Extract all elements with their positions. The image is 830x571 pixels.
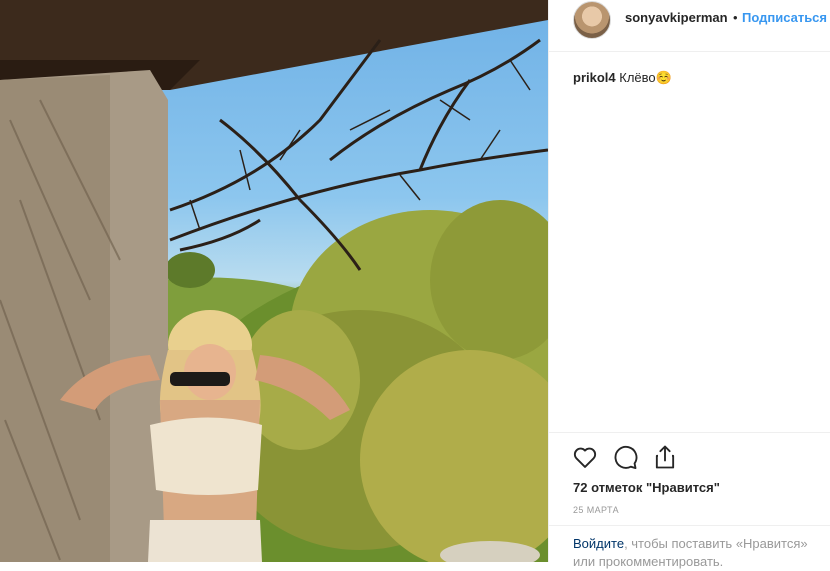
likes-count[interactable]: 72 отметок "Нравится" xyxy=(573,480,720,495)
comment-text: Клёво☺️ xyxy=(619,70,672,85)
comment: prikol4 Клёво☺️ xyxy=(573,70,672,86)
follow-button[interactable]: Подписаться xyxy=(742,10,827,25)
actions-divider xyxy=(549,432,830,433)
comment-icon[interactable] xyxy=(611,443,639,471)
login-link[interactable]: Войдите xyxy=(573,536,624,551)
post-photo[interactable] xyxy=(0,0,548,562)
separator-dot: • xyxy=(733,10,738,25)
post-sidebar: sonyavkiperman • Подписаться prikol4 Клё… xyxy=(548,0,830,569)
login-prompt: Войдите, чтобы поставить «Нравится» или … xyxy=(549,525,830,569)
avatar[interactable] xyxy=(573,1,611,39)
heart-icon[interactable] xyxy=(571,443,599,471)
username-link[interactable]: sonyavkiperman xyxy=(625,10,728,25)
post-date[interactable]: 25 МАРТА xyxy=(573,505,619,515)
comment-username[interactable]: prikol4 xyxy=(573,70,616,85)
post-header: sonyavkiperman • Подписаться xyxy=(549,0,830,52)
photo-illustration xyxy=(0,0,548,562)
share-icon[interactable] xyxy=(651,443,679,471)
